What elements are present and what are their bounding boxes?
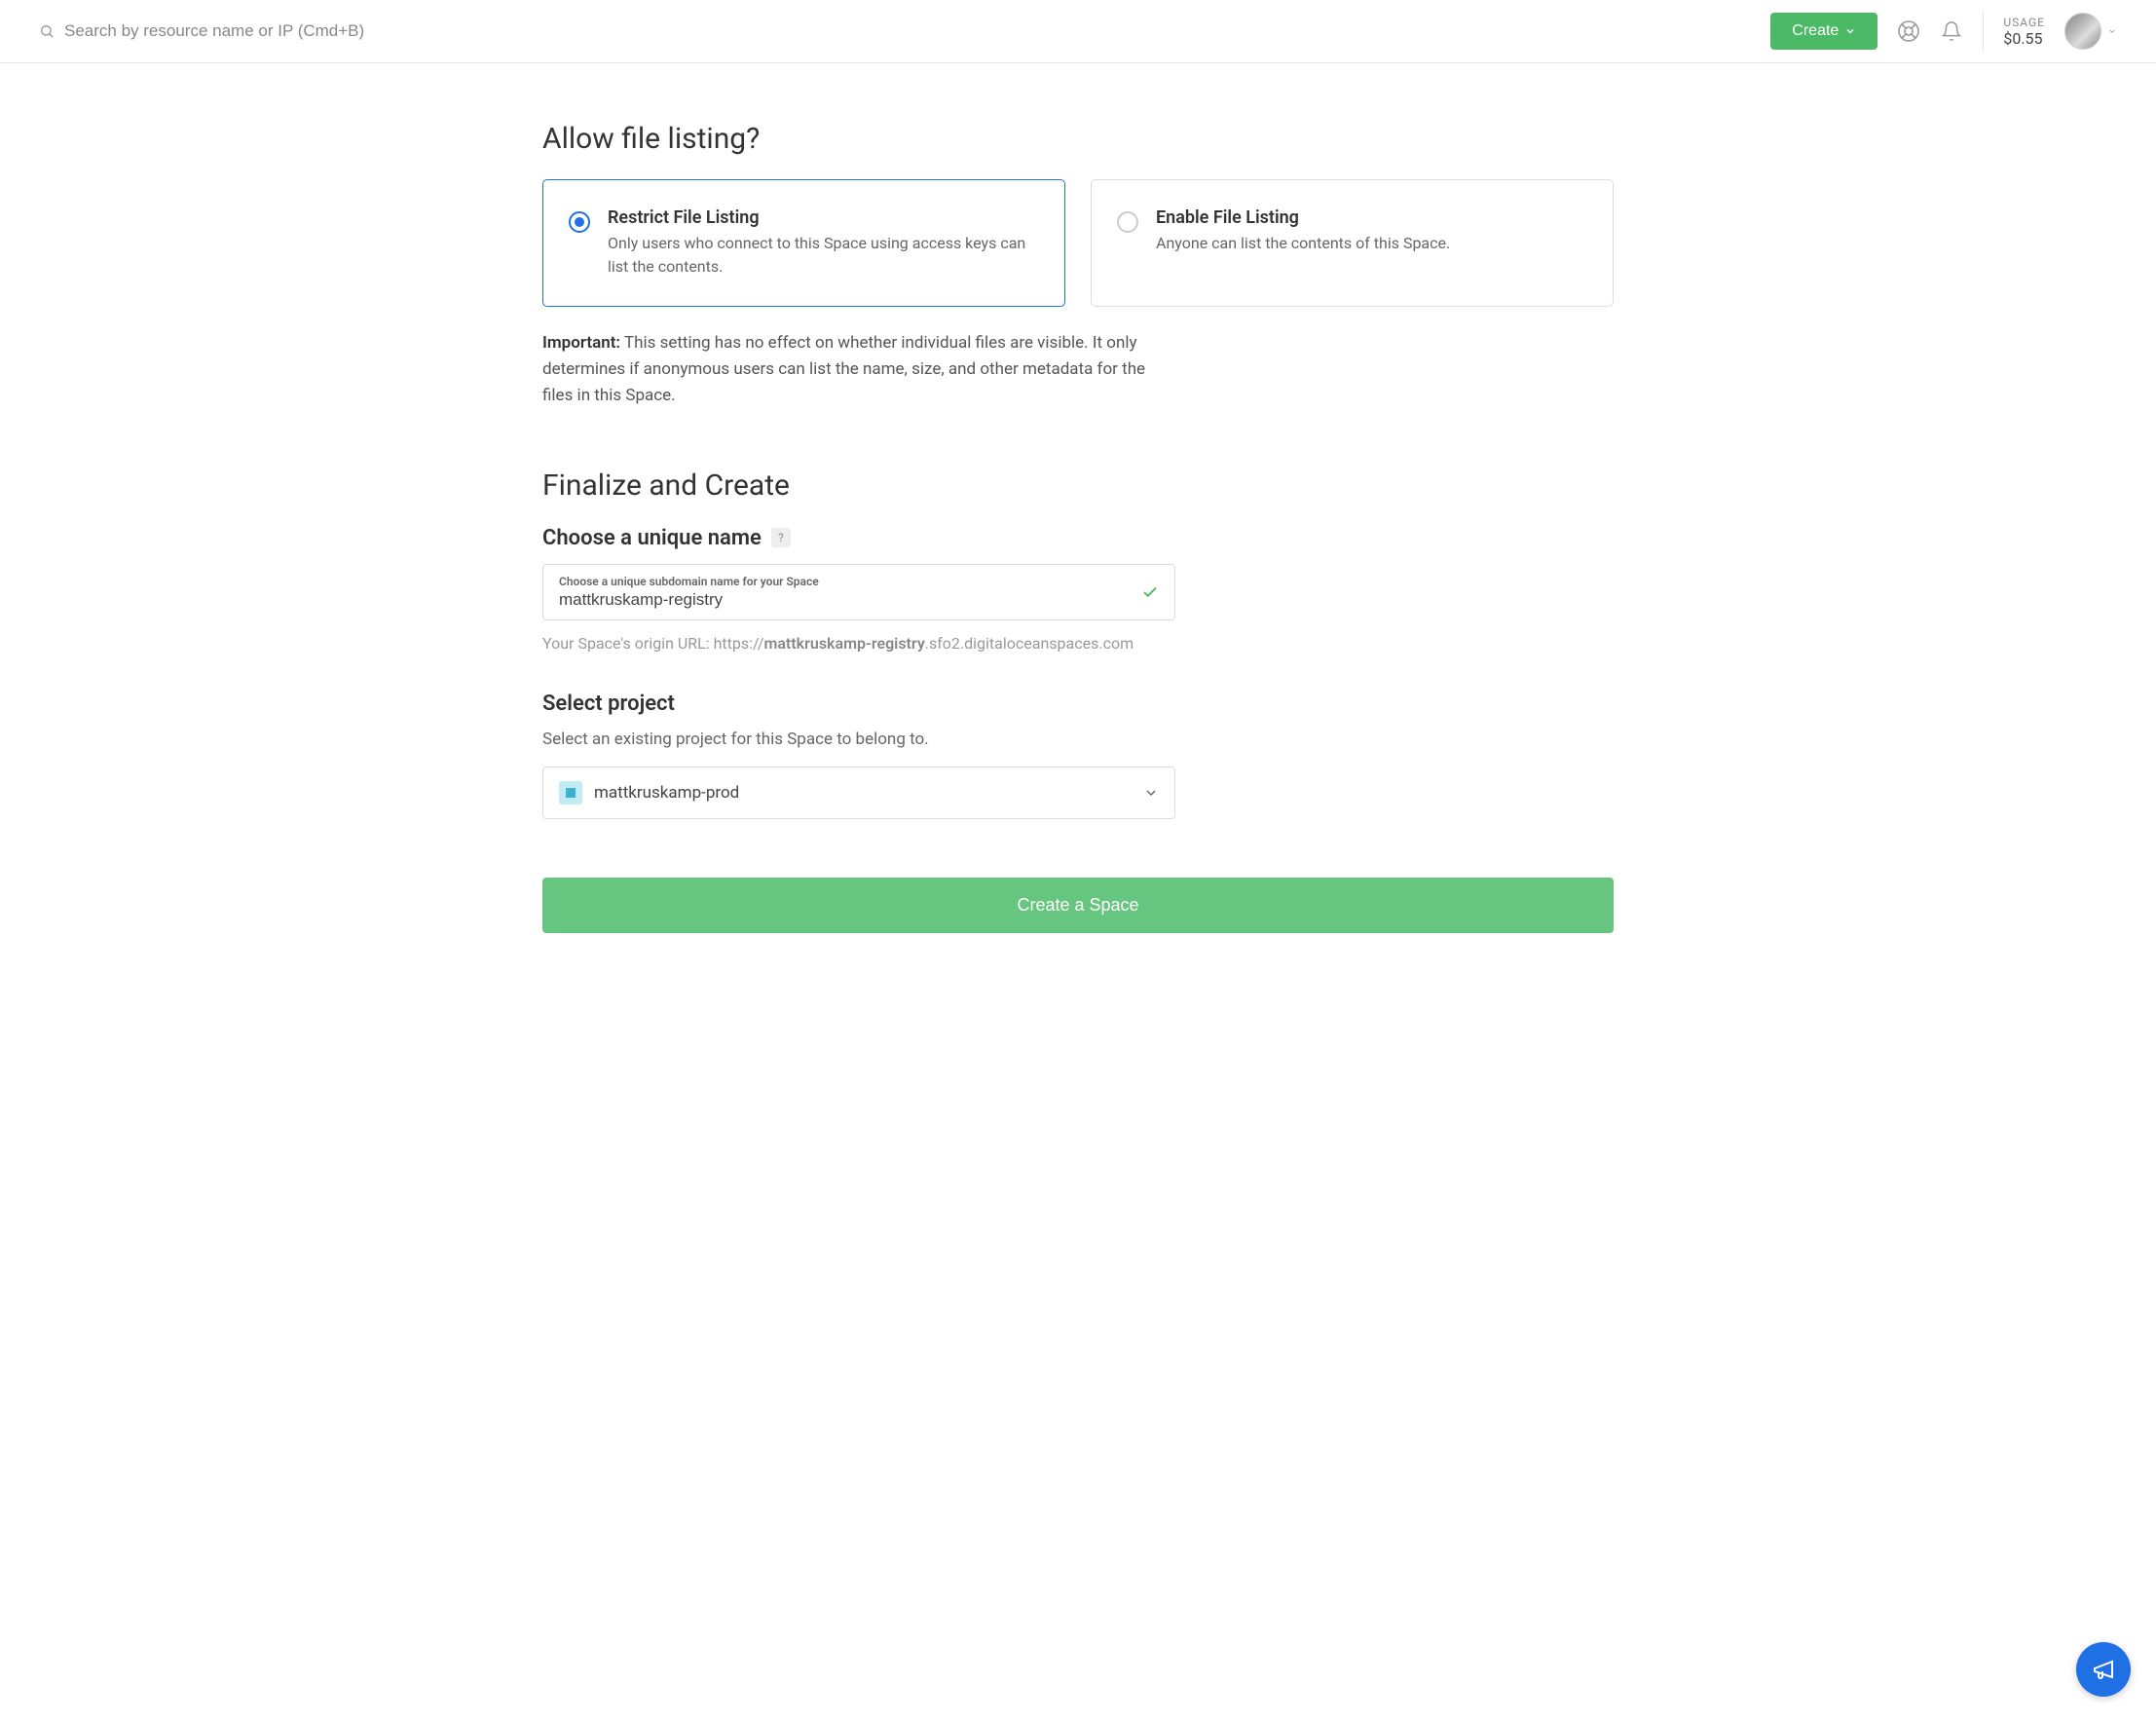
- avatar: [2064, 13, 2101, 50]
- name-subsection-title: Choose a unique name ?: [542, 526, 1614, 550]
- option-desc: Only users who connect to this Space usi…: [608, 232, 1039, 279]
- finalize-title: Finalize and Create: [542, 468, 1614, 503]
- origin-prefix: Your Space's origin URL: https://: [542, 634, 763, 653]
- header-right: Create USAGE $0.55: [1770, 12, 2117, 51]
- chevron-down-icon: [1844, 25, 1856, 37]
- radio-icon: [1117, 211, 1138, 233]
- usage-block: USAGE $0.55: [2003, 16, 2045, 48]
- divider: [1983, 12, 1984, 51]
- main-content: Allow file listing? Restrict File Listin…: [503, 63, 1653, 1050]
- chevron-down-icon: [1143, 785, 1159, 801]
- create-label: Create: [1792, 22, 1839, 40]
- header-bar: Create USAGE $0.55: [0, 0, 2156, 63]
- important-text: This setting has no effect on whether in…: [542, 333, 1145, 405]
- origin-suffix: .sfo2.digitaloceanspaces.com: [925, 634, 1134, 653]
- option-title: Enable File Listing: [1156, 207, 1450, 228]
- project-select[interactable]: mattkruskamp-prod: [542, 767, 1175, 819]
- search-wrap: [39, 21, 454, 41]
- search-icon: [39, 23, 55, 39]
- file-listing-options: Restrict File Listing Only users who con…: [542, 179, 1614, 307]
- check-icon: [1141, 583, 1159, 601]
- usage-label: USAGE: [2003, 16, 2045, 29]
- help-icon[interactable]: [1897, 19, 1920, 43]
- create-button[interactable]: Create: [1770, 13, 1877, 50]
- option-body: Enable File Listing Anyone can list the …: [1156, 207, 1450, 255]
- important-note: Important: This setting has no effect on…: [542, 330, 1166, 410]
- project-left: mattkruskamp-prod: [559, 781, 739, 805]
- search-input[interactable]: [64, 21, 454, 41]
- file-listing-title: Allow file listing?: [542, 122, 1614, 156]
- important-label: Important:: [542, 333, 620, 353]
- space-name-input[interactable]: [559, 590, 1159, 610]
- account-menu[interactable]: [2064, 13, 2117, 50]
- megaphone-icon: [2092, 1658, 2115, 1681]
- project-name: mattkruskamp-prod: [594, 783, 739, 803]
- usage-value: $0.55: [2003, 29, 2045, 48]
- project-section-title: Select project: [542, 692, 1614, 716]
- option-desc: Anyone can list the contents of this Spa…: [1156, 232, 1450, 255]
- origin-bold: mattkruskamp-registry: [763, 634, 924, 653]
- notifications-icon[interactable]: [1940, 19, 1963, 43]
- origin-url: Your Space's origin URL: https://mattkru…: [542, 634, 1614, 653]
- help-badge[interactable]: ?: [771, 528, 791, 547]
- option-body: Restrict File Listing Only users who con…: [608, 207, 1039, 279]
- option-enable[interactable]: Enable File Listing Anyone can list the …: [1091, 179, 1614, 307]
- project-icon: [559, 781, 582, 805]
- name-small-label: Choose a unique subdomain name for your …: [559, 575, 1159, 588]
- option-restrict[interactable]: Restrict File Listing Only users who con…: [542, 179, 1065, 307]
- name-section-label: Choose a unique name: [542, 526, 762, 550]
- project-desc: Select an existing project for this Spac…: [542, 730, 1614, 749]
- chevron-down-icon: [2107, 26, 2117, 36]
- announcements-fab[interactable]: [2076, 1642, 2131, 1697]
- radio-icon: [569, 211, 590, 233]
- create-space-button[interactable]: Create a Space: [542, 878, 1614, 933]
- name-input-wrap: Choose a unique subdomain name for your …: [542, 564, 1175, 620]
- option-title: Restrict File Listing: [608, 207, 1039, 228]
